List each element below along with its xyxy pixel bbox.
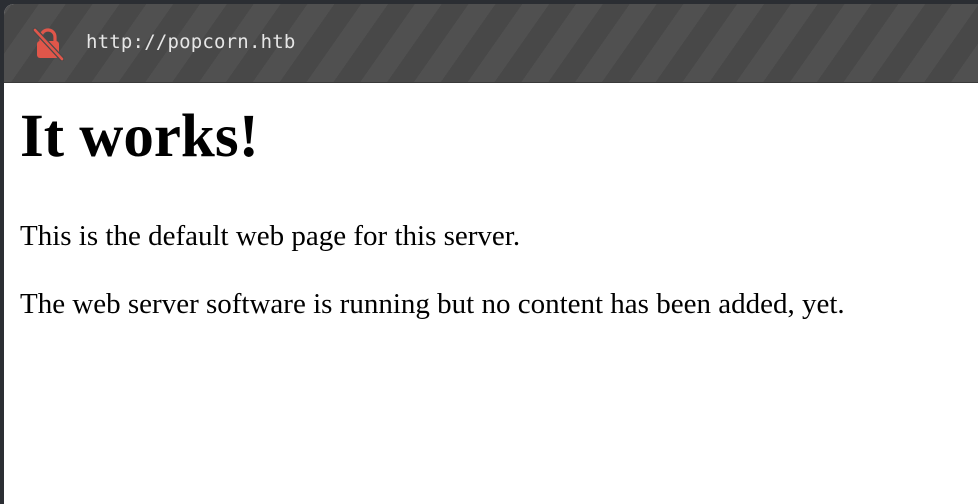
page-content: It works! This is the default web page f…: [4, 84, 978, 504]
insecure-lock-icon[interactable]: [32, 27, 65, 62]
paragraph-no-content: The web server software is running but n…: [20, 288, 845, 320]
page-heading: It works!: [20, 103, 259, 170]
paragraph-default-page: This is the default web page for this se…: [20, 220, 521, 252]
url-text[interactable]: http://popcorn.htb: [86, 31, 296, 53]
address-bar[interactable]: http://popcorn.htb: [4, 4, 978, 83]
browser-window: http://popcorn.htb It works! This is the…: [4, 4, 978, 504]
